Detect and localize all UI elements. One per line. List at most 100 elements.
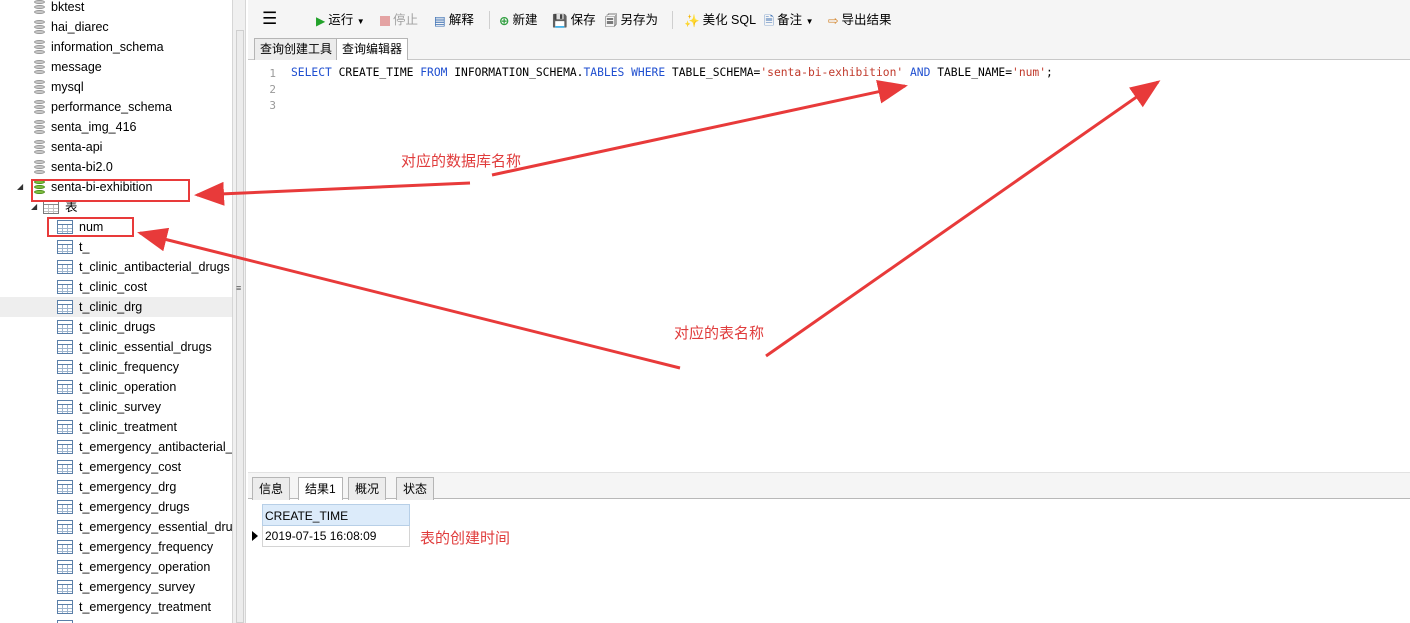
tree-table-item[interactable] (0, 617, 232, 623)
tree-table-item[interactable]: t_clinic_operation (0, 377, 232, 397)
save-label: 保存 (570, 13, 596, 27)
tree-table-label: t_emergency_survey (79, 580, 196, 594)
line-number: 2 (269, 83, 276, 96)
tree-table-item[interactable]: t_emergency_survey (0, 577, 232, 597)
tree-scrollbar[interactable]: ≡ (232, 0, 246, 623)
tab-result-1[interactable]: 结果1 (298, 477, 343, 501)
tab-query-editor[interactable]: 查询编辑器 (336, 38, 409, 61)
tree-table-label: t_clinic_operation (79, 380, 177, 394)
tree-db-item[interactable]: senta-bi2.0 (0, 157, 232, 177)
table-icon (57, 300, 73, 314)
tree-db-label: message (51, 60, 102, 74)
menu-button[interactable]: ☰ (262, 9, 277, 29)
new-button[interactable]: ⊕ 新建 (499, 10, 538, 30)
tree-table-item[interactable]: t_clinic_frequency (0, 357, 232, 377)
comment-doc-icon: 🗎 (764, 13, 775, 28)
tree-table-item[interactable]: t_clinic_essential_drugs (0, 337, 232, 357)
beautify-label: 美化 SQL (702, 13, 757, 27)
tree-db-label: senta-bi2.0 (51, 160, 113, 174)
grid-cell[interactable]: 2019-07-15 16:08:09 (262, 526, 410, 547)
dropdown-arrow-icon[interactable]: ▼ (357, 17, 365, 26)
scrollbar-thumb[interactable] (236, 30, 244, 623)
tree-db-item[interactable]: message (0, 57, 232, 77)
tree-table-item[interactable]: t_clinic_treatment (0, 417, 232, 437)
sql-terminator: ; (1046, 66, 1053, 79)
tree-db-item[interactable]: performance_schema (0, 97, 232, 117)
tab-query-builder[interactable]: 查询创建工具 (254, 38, 339, 60)
explain-icon: ▤ (434, 13, 446, 28)
tree-table-item[interactable]: t_emergency_cost (0, 457, 232, 477)
splitter-grip-icon[interactable]: ≡ (236, 283, 241, 293)
stop-icon (380, 15, 390, 26)
tree-table-item[interactable]: t_emergency_drg (0, 477, 232, 497)
current-row-marker-icon (252, 531, 258, 541)
dropdown-arrow-icon[interactable]: ▼ (806, 17, 814, 26)
tree-table-item[interactable]: t_clinic_survey (0, 397, 232, 417)
tree-table-label: t_clinic_cost (79, 280, 148, 294)
tab-overview[interactable]: 概况 (348, 477, 387, 500)
beautify-sql-button[interactable]: ✨ 美化 SQL (684, 10, 756, 30)
run-button[interactable]: ▶ 运行 ▼ (316, 10, 365, 30)
tree-db-item[interactable]: mysql (0, 77, 232, 97)
sql-string: 'senta-bi-exhibition' (760, 66, 904, 79)
tree-table-item[interactable]: t_clinic_antibacterial_drugs (0, 257, 232, 277)
save-button[interactable]: 💾 保存 (552, 10, 596, 30)
tree-table-item[interactable]: t_ (0, 237, 232, 257)
export-label: 导出结果 (841, 13, 892, 27)
tree-table-item[interactable]: t_clinic_drugs (0, 317, 232, 337)
tree-table-item-selected[interactable]: t_clinic_drg (0, 297, 232, 317)
table-icon (57, 500, 73, 514)
tree-db-label: information_schema (51, 40, 164, 54)
tree-db-item[interactable]: information_schema (0, 37, 232, 57)
tab-status[interactable]: 状态 (396, 477, 435, 500)
collapse-arrow-icon[interactable]: ◢ (17, 177, 23, 197)
sql-string: 'num' (1012, 66, 1047, 79)
tree-table-label: t_clinic_drugs (79, 320, 156, 334)
tree-table-label: t_clinic_frequency (79, 360, 180, 374)
tree-db-item[interactable]: senta_img_416 (0, 117, 232, 137)
stop-button[interactable]: 停止 (380, 10, 418, 30)
tab-info[interactable]: 信息 (252, 477, 291, 500)
tree-table-label: t_clinic_treatment (79, 420, 177, 434)
sql-keyword: TABLES (583, 66, 625, 79)
toolbar-divider (672, 11, 673, 29)
export-results-button[interactable]: ⇨ 导出结果 (828, 10, 892, 30)
comment-button[interactable]: 🗎 备注 ▼ (764, 10, 813, 30)
table-icon (57, 600, 73, 614)
tree-table-label: t_emergency_frequency (79, 540, 214, 554)
table-icon (57, 360, 73, 374)
database-icon (34, 0, 45, 14)
comment-label: 备注 (777, 13, 803, 27)
magic-wand-icon: ✨ (684, 13, 700, 28)
save-as-button[interactable]: 🗐 另存为 (605, 10, 658, 30)
new-query-icon: ⊕ (499, 13, 510, 28)
sql-identifier: TABLE_NAME= (930, 66, 1013, 79)
save-as-icon: 🗐 (605, 13, 618, 28)
sql-identifier: TABLE_SCHEMA= (665, 66, 761, 79)
sql-line-1[interactable]: SELECT CREATE_TIME FROM INFORMATION_SCHE… (291, 66, 1053, 79)
tree-db-item[interactable]: bktest (0, 0, 232, 17)
tree-table-item[interactable]: t_emergency_frequency (0, 537, 232, 557)
table-icon (57, 440, 73, 454)
table-icon (57, 400, 73, 414)
explain-button[interactable]: ▤ 解释 (434, 10, 474, 30)
tree-table-item[interactable]: t_emergency_treatment (0, 597, 232, 617)
line-number-gutter: 1 2 3 (248, 60, 284, 472)
tree-table-item[interactable]: t_emergency_drugs (0, 497, 232, 517)
tree-table-item[interactable]: t_emergency_antibacterial_ (0, 437, 232, 457)
tree-db-item[interactable]: senta-api (0, 137, 232, 157)
tree-table-item[interactable]: t_emergency_essential_dru (0, 517, 232, 537)
sql-editor[interactable]: 1 2 3 SELECT CREATE_TIME FROM INFORMATIO… (248, 60, 1410, 472)
tree-db-label: mysql (51, 80, 84, 94)
toolbar-divider (489, 11, 490, 29)
tree-db-item[interactable]: hai_diarec (0, 17, 232, 37)
sql-space (903, 66, 910, 79)
tree-table-item[interactable]: t_emergency_operation (0, 557, 232, 577)
table-icon (57, 340, 73, 354)
sql-keyword: FROM (420, 66, 448, 79)
tree-table-item[interactable]: t_clinic_cost (0, 277, 232, 297)
sql-keyword: AND (909, 66, 931, 79)
grid-column-header[interactable]: CREATE_TIME (262, 504, 410, 526)
database-icon (34, 100, 45, 114)
tree-table-label: t_emergency_treatment (79, 600, 212, 614)
